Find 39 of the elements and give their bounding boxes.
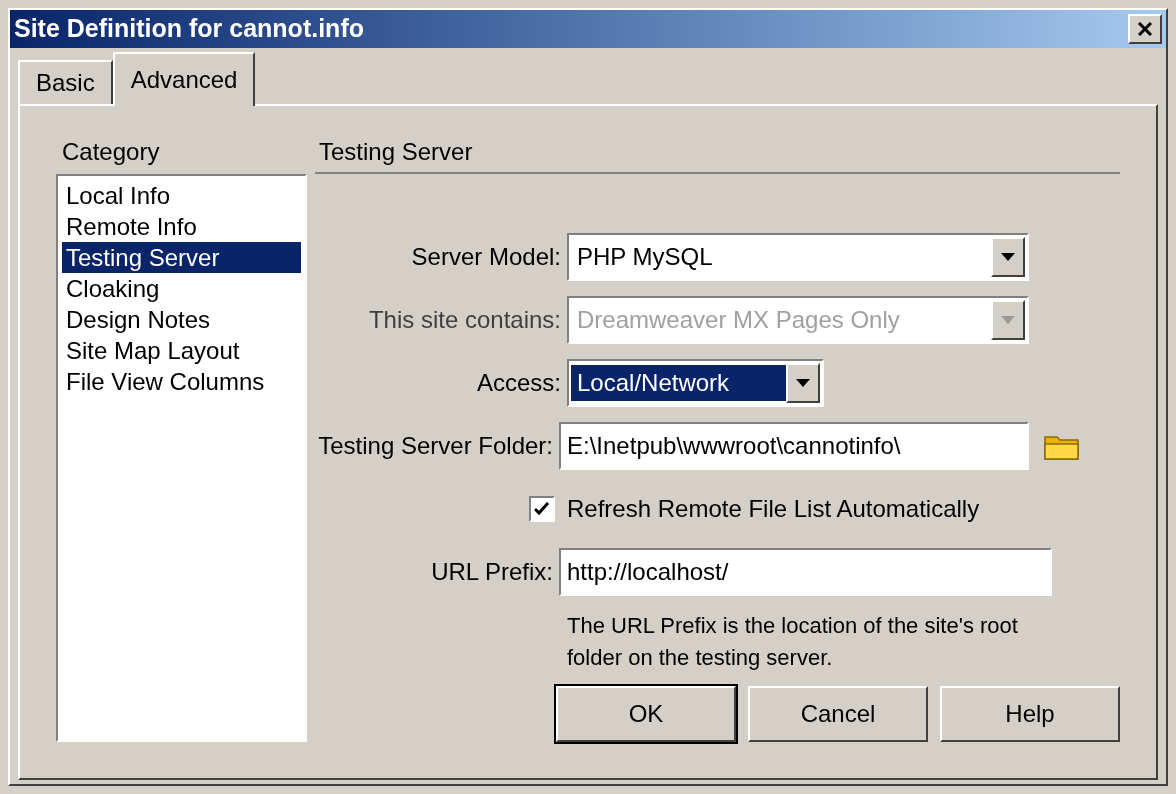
field-label: Server Model: bbox=[410, 241, 562, 272]
checkbox[interactable] bbox=[529, 495, 555, 522]
dropdown-value: Local/Network bbox=[571, 364, 786, 401]
dropdown-value: PHP MySQL bbox=[576, 241, 714, 272]
field-label: URL Prefix: bbox=[430, 556, 554, 587]
category-item[interactable]: Remote Info bbox=[62, 210, 301, 242]
section-title: Testing Server bbox=[319, 137, 473, 165]
url-prefix-field[interactable]: http://localhost/ bbox=[559, 547, 1052, 596]
field-label: Testing Server Folder: bbox=[317, 430, 554, 461]
category-list[interactable]: Local Info Remote Info Testing Server Cloaking Design Notes Site Map Layout File View Columns bbox=[56, 173, 307, 742]
tab[interactable]: Basic bbox=[18, 59, 113, 104]
dropdown-field[interactable]: Local/Network bbox=[567, 358, 824, 407]
dialog-button[interactable]: Cancel bbox=[748, 685, 928, 742]
category-item[interactable]: Testing Server bbox=[62, 241, 301, 273]
caret-icon bbox=[1001, 252, 1015, 261]
help-text: The URL Prefix is the location of the site's root folder on the testing server. bbox=[567, 611, 1019, 672]
category-item[interactable]: Site Map Layout bbox=[62, 334, 301, 366]
dropdown-button[interactable] bbox=[991, 236, 1025, 277]
category-item[interactable]: Local Info bbox=[62, 179, 301, 211]
check-icon bbox=[534, 501, 550, 516]
category-label: Category bbox=[61, 136, 161, 167]
dialog-button[interactable]: OK bbox=[556, 685, 736, 742]
dropdown-field[interactable]: PHP MySQL bbox=[567, 232, 1029, 281]
dialog-button[interactable]: Help bbox=[940, 685, 1120, 742]
caret-icon bbox=[1001, 315, 1015, 324]
caret-icon bbox=[796, 378, 810, 387]
category-item[interactable]: Cloaking bbox=[62, 272, 301, 304]
field-label: Access: bbox=[475, 367, 562, 398]
folder-path-field[interactable]: E:\Inetpub\wwwroot\cannotinfo\ bbox=[559, 421, 1029, 470]
checkbox-label: Refresh Remote File List Automatically bbox=[567, 493, 980, 524]
dropdown-button[interactable] bbox=[786, 362, 820, 403]
field-label: This site contains: bbox=[367, 304, 562, 335]
dropdown-value: Dreamweaver MX Pages Only bbox=[576, 304, 901, 335]
window-title: Site Definition for cannot.info bbox=[14, 13, 364, 44]
tab[interactable]: Advanced bbox=[112, 51, 256, 106]
category-item[interactable]: Design Notes bbox=[62, 303, 301, 335]
close-icon bbox=[1138, 21, 1152, 36]
close-button[interactable] bbox=[1128, 13, 1162, 44]
category-item[interactable]: File View Columns bbox=[62, 365, 301, 397]
